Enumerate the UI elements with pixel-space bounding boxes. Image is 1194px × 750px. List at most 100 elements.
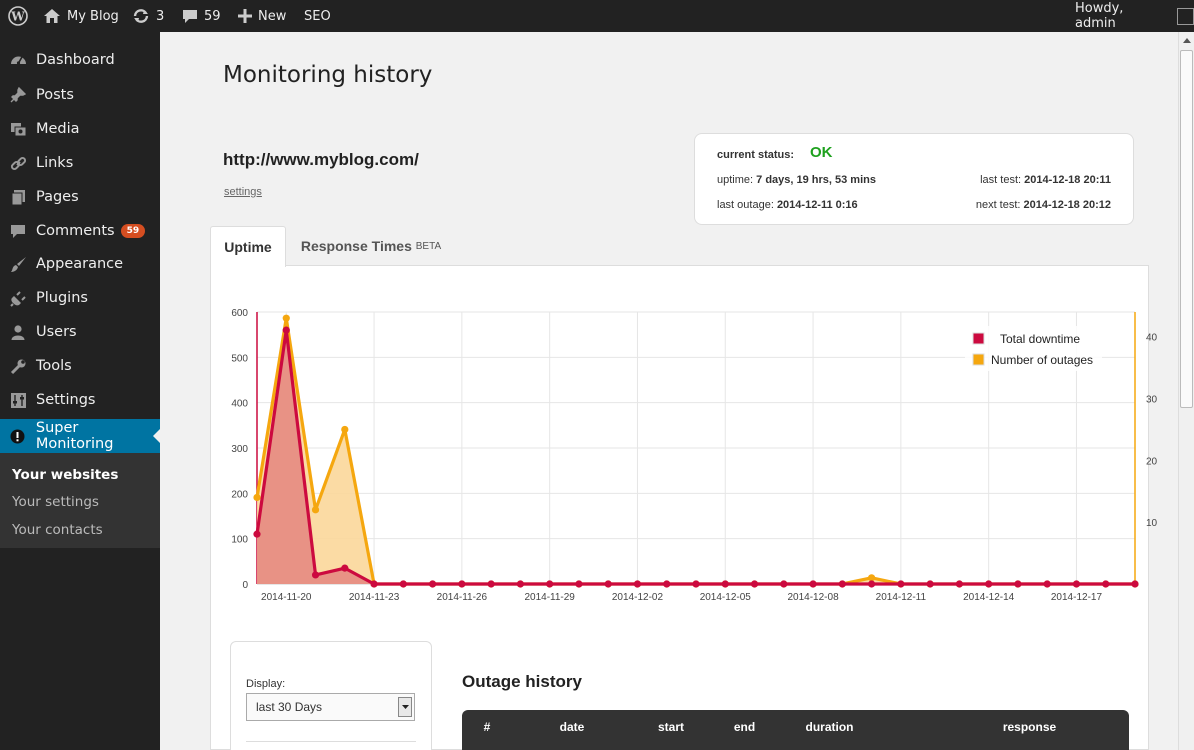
col-date[interactable]: date bbox=[512, 710, 632, 744]
sidebar-item-super-monitoring[interactable]: Super Monitoring bbox=[0, 419, 160, 453]
link-icon bbox=[0, 155, 36, 172]
sidebar-submenu: Your websites Your settings Your contacts bbox=[0, 453, 160, 548]
seo-link[interactable]: SEO bbox=[304, 0, 331, 32]
submenu-item-your-websites[interactable]: Your websites bbox=[12, 467, 118, 483]
wrench-icon bbox=[0, 358, 36, 375]
settings-link[interactable]: settings bbox=[224, 186, 262, 198]
sidebar-item-label: Media bbox=[36, 121, 80, 137]
comments-count: 59 bbox=[204, 8, 221, 24]
last-test-row: last test: 2014-12-18 20:11 bbox=[980, 174, 1111, 186]
x-tick-label: 2014-12-02 bbox=[612, 592, 664, 603]
sidebar-item-dashboard[interactable]: Dashboard bbox=[0, 43, 160, 77]
data-point bbox=[868, 574, 876, 582]
comments-link[interactable]: 59 bbox=[182, 0, 221, 32]
brush-icon bbox=[0, 256, 36, 273]
comment-icon bbox=[183, 10, 197, 23]
sidebar-item-plugins[interactable]: Plugins bbox=[0, 281, 160, 315]
sidebar-item-users[interactable]: Users bbox=[0, 315, 160, 349]
tab-uptime[interactable]: Uptime bbox=[210, 226, 286, 267]
data-point bbox=[282, 326, 290, 334]
data-point bbox=[868, 580, 876, 588]
data-point bbox=[1131, 580, 1139, 588]
sidebar-item-pages[interactable]: Pages bbox=[0, 180, 160, 214]
data-point bbox=[721, 580, 729, 588]
col-end[interactable]: end bbox=[707, 710, 782, 744]
submenu-item-your-contacts[interactable]: Your contacts bbox=[12, 522, 103, 538]
display-filter-box: Display: last 30 Days bbox=[230, 641, 432, 750]
sidebar-item-label: Comments bbox=[36, 223, 115, 239]
updates-count: 3 bbox=[156, 8, 165, 24]
col-response[interactable]: response bbox=[877, 710, 1182, 744]
data-point bbox=[341, 425, 349, 434]
x-tick-label: 2014-11-20 bbox=[261, 592, 312, 603]
last-outage-value: 2014-12-11 0:16 bbox=[776, 199, 858, 211]
data-point bbox=[458, 580, 466, 588]
sidebar-item-label: Links bbox=[36, 155, 74, 171]
uptime-row: uptime: 7 days, 19 hrs, 53 mins bbox=[717, 174, 876, 186]
scroll-thumb[interactable] bbox=[1180, 50, 1193, 408]
y-tick-label: 300 bbox=[231, 444, 248, 455]
data-point bbox=[575, 580, 583, 588]
data-point bbox=[1072, 580, 1081, 588]
sidebar-item-label: Tools bbox=[36, 358, 72, 374]
y-tick-label: 600 bbox=[231, 308, 248, 319]
data-point bbox=[253, 493, 261, 502]
sidebar-item-settings[interactable]: Settings bbox=[0, 383, 160, 417]
x-tick-label: 2014-11-29 bbox=[524, 592, 575, 603]
scrollbar[interactable] bbox=[1178, 32, 1194, 750]
data-point bbox=[282, 314, 290, 322]
tab-response-times[interactable]: Response Times BETA bbox=[296, 226, 446, 266]
sidebar-item-comments[interactable]: Comments 59 bbox=[0, 214, 160, 248]
legend-swatch bbox=[972, 353, 985, 366]
x-tick-label: 2014-11-23 bbox=[349, 592, 400, 603]
sidebar-item-label: Dashboard bbox=[36, 52, 115, 68]
data-point bbox=[311, 571, 320, 579]
data-point bbox=[1102, 580, 1110, 588]
sidebar-item-label: Settings bbox=[36, 392, 96, 408]
current-status-label: current status: bbox=[717, 149, 795, 161]
next-test-value: 2014-12-18 20:12 bbox=[1023, 199, 1111, 211]
avatar bbox=[1177, 7, 1194, 25]
data-point bbox=[633, 580, 642, 588]
y-tick-label: 200 bbox=[231, 489, 248, 500]
new-label: New bbox=[258, 8, 287, 24]
sidebar-item-posts[interactable]: Posts bbox=[0, 78, 160, 112]
data-point bbox=[750, 580, 759, 588]
data-point bbox=[692, 580, 700, 588]
scroll-up-arrow[interactable] bbox=[1179, 32, 1194, 48]
data-point bbox=[429, 580, 437, 588]
admin-sidebar: Dashboard Posts Media Links Pages Comments 59 A… bbox=[0, 32, 160, 750]
data-point bbox=[516, 580, 524, 588]
next-test-label: next test: bbox=[975, 199, 1021, 211]
sidebar-item-label: Plugins bbox=[36, 290, 88, 306]
display-select-value: last 30 Days bbox=[256, 700, 323, 714]
my-account-link[interactable]: Howdy, admin bbox=[1075, 0, 1194, 32]
data-point bbox=[399, 580, 407, 588]
x-tick-label: 2014-12-08 bbox=[787, 592, 839, 603]
status-box: current status: OK uptime: 7 days, 19 hr… bbox=[694, 133, 1134, 225]
new-content-link[interactable]: New bbox=[238, 0, 286, 32]
sidebar-item-tools[interactable]: Tools bbox=[0, 349, 160, 383]
wordpress-logo-icon[interactable]: W bbox=[8, 0, 28, 32]
data-point bbox=[487, 580, 495, 588]
updates-icon bbox=[133, 9, 149, 23]
comment-icon bbox=[0, 223, 36, 239]
data-point bbox=[926, 580, 934, 588]
submenu-item-your-settings[interactable]: Your settings bbox=[12, 494, 99, 510]
legend-swatch bbox=[972, 332, 985, 345]
sidebar-item-media[interactable]: Media bbox=[0, 112, 160, 146]
admin-bar: W My Blog 3 59 New SEO Howdy, admin bbox=[0, 0, 1194, 32]
sidebar-item-links[interactable]: Links bbox=[0, 146, 160, 180]
col-number[interactable]: # bbox=[462, 710, 512, 744]
site-name-link[interactable]: My Blog bbox=[43, 0, 119, 32]
y-tick-label: 100 bbox=[231, 535, 248, 546]
display-select[interactable]: last 30 Days bbox=[246, 693, 415, 721]
col-duration[interactable]: duration bbox=[782, 710, 877, 744]
chevron-down-icon[interactable] bbox=[398, 697, 412, 717]
sidebar-item-appearance[interactable]: Appearance bbox=[0, 247, 160, 281]
updates-link[interactable]: 3 bbox=[132, 0, 164, 32]
x-tick-label: 2014-12-05 bbox=[700, 592, 752, 603]
divider bbox=[246, 741, 416, 742]
data-point bbox=[1014, 580, 1022, 588]
col-start[interactable]: start bbox=[632, 710, 707, 744]
